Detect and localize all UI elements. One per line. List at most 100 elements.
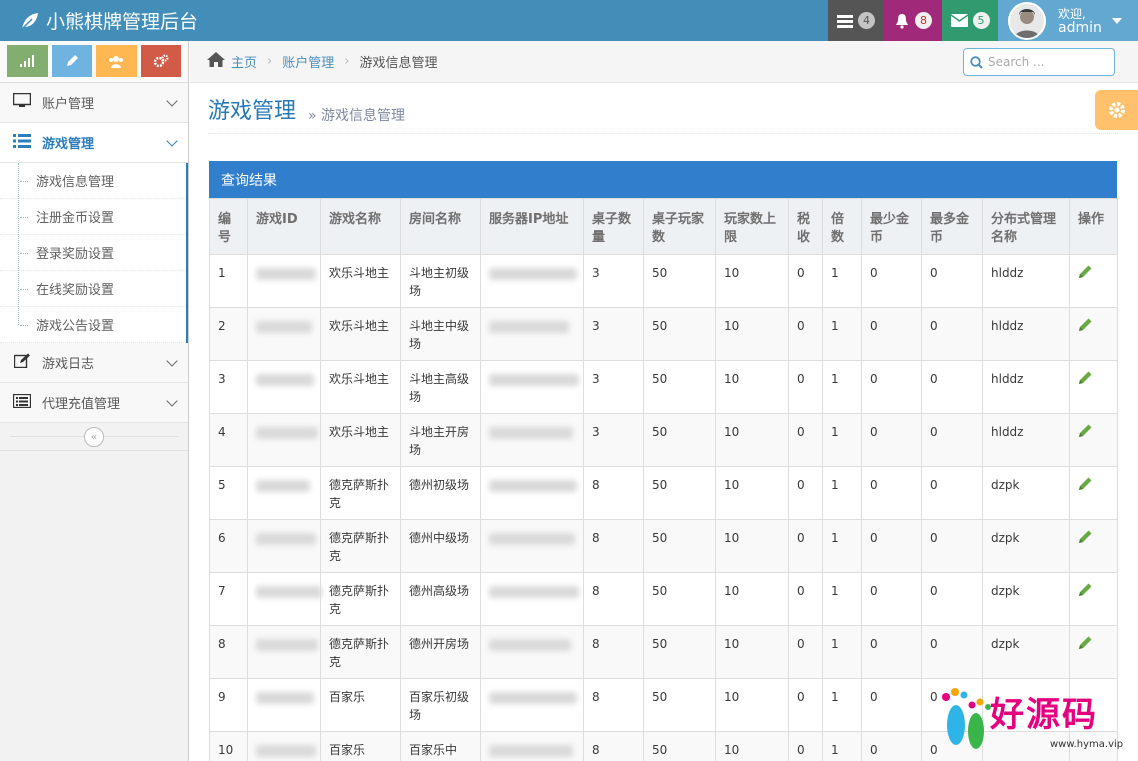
server-ip-cell-redacted xyxy=(480,307,584,361)
server-ip-cell-redacted xyxy=(480,625,584,679)
user-menu[interactable]: 欢迎, admin xyxy=(998,0,1138,41)
column-header[interactable]: 房间名称 xyxy=(400,198,481,255)
double-angle-left-icon[interactable]: « xyxy=(84,427,104,447)
table-cell-mult: 1 xyxy=(822,519,862,573)
table-cell-mult: 1 xyxy=(822,466,862,520)
table-cell-tables: 8 xyxy=(583,625,644,679)
column-header[interactable]: 游戏ID xyxy=(247,198,321,255)
menu-item-game-log[interactable]: 游戏日志 xyxy=(0,343,188,383)
table-cell-tax: 0 xyxy=(788,307,823,361)
table-cell-no: 5 xyxy=(209,466,248,520)
table-cell-dist: dzpk xyxy=(982,625,1070,679)
redacted-blur xyxy=(489,268,577,280)
search-icon xyxy=(970,55,983,69)
search-input[interactable] xyxy=(988,55,1108,69)
caret-down-icon xyxy=(1111,17,1122,24)
notifications-button[interactable]: 8 xyxy=(884,0,942,41)
pencil-icon[interactable] xyxy=(1078,582,1093,601)
server-ip-cell-redacted xyxy=(480,678,584,732)
redacted-blur xyxy=(489,427,573,439)
table-cell-tables: 3 xyxy=(583,360,644,414)
column-header[interactable]: 桌子数量 xyxy=(583,198,644,255)
submenu-item-announcement[interactable]: 游戏公告设置 xyxy=(0,307,186,343)
shortcut-signal-button[interactable] xyxy=(7,45,48,77)
menu-item-game[interactable]: 游戏管理 xyxy=(0,123,188,163)
table-cell-players: 50 xyxy=(643,625,716,679)
game-id-cell-redacted xyxy=(247,678,321,732)
pencil-icon[interactable] xyxy=(1078,635,1093,654)
table-cell-max: 10 xyxy=(715,519,789,573)
column-header[interactable]: 税收 xyxy=(788,198,823,255)
column-header[interactable]: 分布式管理名称 xyxy=(982,198,1070,255)
table-row: 6 德克萨斯扑克 德州中级场 8 50 10 0 1 0 0 dzpk xyxy=(209,519,1118,573)
pencil-icon[interactable] xyxy=(1078,476,1093,495)
table-cell-tables: 8 xyxy=(583,678,644,732)
pencil-icon[interactable] xyxy=(1078,529,1093,548)
table-cell-max: 10 xyxy=(715,572,789,626)
table-cell-game: 百家乐 xyxy=(320,731,401,761)
menu-label: 游戏管理 xyxy=(42,137,95,152)
server-ip-cell-redacted xyxy=(480,466,584,520)
table-cell-room: 德州初级场 xyxy=(400,466,481,520)
table-cell-tax: 0 xyxy=(788,413,823,467)
column-header[interactable]: 编号 xyxy=(209,198,248,255)
column-header[interactable]: 服务器IP地址 xyxy=(480,198,584,255)
table-cell-players: 50 xyxy=(643,254,716,308)
column-header[interactable]: 桌子玩家数 xyxy=(643,198,716,255)
brand[interactable]: 小熊棋牌管理后台 xyxy=(20,0,198,41)
menu-item-account[interactable]: 账户管理 xyxy=(0,83,188,123)
table-cell-players: 50 xyxy=(643,466,716,520)
table-cell-no: 1 xyxy=(209,254,248,308)
chevron-down-icon xyxy=(166,95,178,107)
table-cell-no: 9 xyxy=(209,678,248,732)
table-cell-mult: 1 xyxy=(822,307,862,361)
table-cell-tax: 0 xyxy=(788,519,823,573)
submenu-item-online-reward[interactable]: 在线奖励设置 xyxy=(0,271,186,307)
table-cell-min: 0 xyxy=(861,360,922,414)
action-cell xyxy=(1069,572,1118,626)
table-cell-room: 斗地主开房场 xyxy=(400,413,481,467)
table-cell-dist: dzpk xyxy=(982,466,1070,520)
pencil-icon[interactable] xyxy=(1078,423,1093,442)
table-cell-tax: 0 xyxy=(788,625,823,679)
messages-button[interactable]: 5 xyxy=(942,0,998,41)
table-cell-no: 4 xyxy=(209,413,248,467)
list-alt-icon xyxy=(12,393,32,412)
column-header[interactable]: 最少金币 xyxy=(861,198,922,255)
column-header[interactable]: 玩家数上限 xyxy=(715,198,789,255)
table-cell-no: 7 xyxy=(209,572,248,626)
menu-item-agent-recharge[interactable]: 代理充值管理 xyxy=(0,383,188,423)
shortcut-pencil-button[interactable] xyxy=(51,45,92,77)
table-cell-dist: hlddz xyxy=(982,360,1070,414)
breadcrumb-section-link[interactable]: 账户管理 xyxy=(282,52,334,71)
submenu-item-login-reward[interactable]: 登录奖励设置 xyxy=(0,235,186,271)
user-name: admin xyxy=(1058,19,1102,36)
table-cell-players: 50 xyxy=(643,519,716,573)
pencil-icon[interactable] xyxy=(1078,370,1093,389)
action-cell xyxy=(1069,254,1118,308)
top-navbar: 小熊棋牌管理后台 4 8 5 欢迎, admin xyxy=(0,0,1138,41)
chevron-down-icon xyxy=(166,355,178,367)
table-cell-game: 欢乐斗地主 xyxy=(320,360,401,414)
breadcrumb-home-link[interactable]: 主页 xyxy=(231,52,257,71)
submenu-item-register-coins[interactable]: 注册金币设置 xyxy=(0,199,186,235)
leaf-icon xyxy=(21,12,38,30)
column-header[interactable]: 倍数 xyxy=(822,198,862,255)
settings-button[interactable] xyxy=(1095,90,1138,130)
tasks-icon xyxy=(837,14,853,28)
redacted-blur xyxy=(489,533,575,545)
submenu-item-game-info[interactable]: 游戏信息管理 xyxy=(0,163,186,199)
column-header[interactable]: 最多金币 xyxy=(921,198,983,255)
tasks-button[interactable]: 4 xyxy=(828,0,884,41)
server-ip-cell-redacted xyxy=(480,572,584,626)
game-id-cell-redacted xyxy=(247,519,321,573)
table-cell-tables: 8 xyxy=(583,572,644,626)
table-cell-dist: hlddz xyxy=(982,254,1070,308)
redacted-blur xyxy=(489,321,569,333)
pencil-icon[interactable] xyxy=(1078,264,1093,283)
column-header[interactable]: 游戏名称 xyxy=(320,198,401,255)
shortcut-users-button[interactable] xyxy=(96,45,137,77)
pencil-icon[interactable] xyxy=(1078,317,1093,336)
table-cell-no: 10 xyxy=(209,731,248,761)
shortcut-cogs-button[interactable] xyxy=(140,45,181,77)
